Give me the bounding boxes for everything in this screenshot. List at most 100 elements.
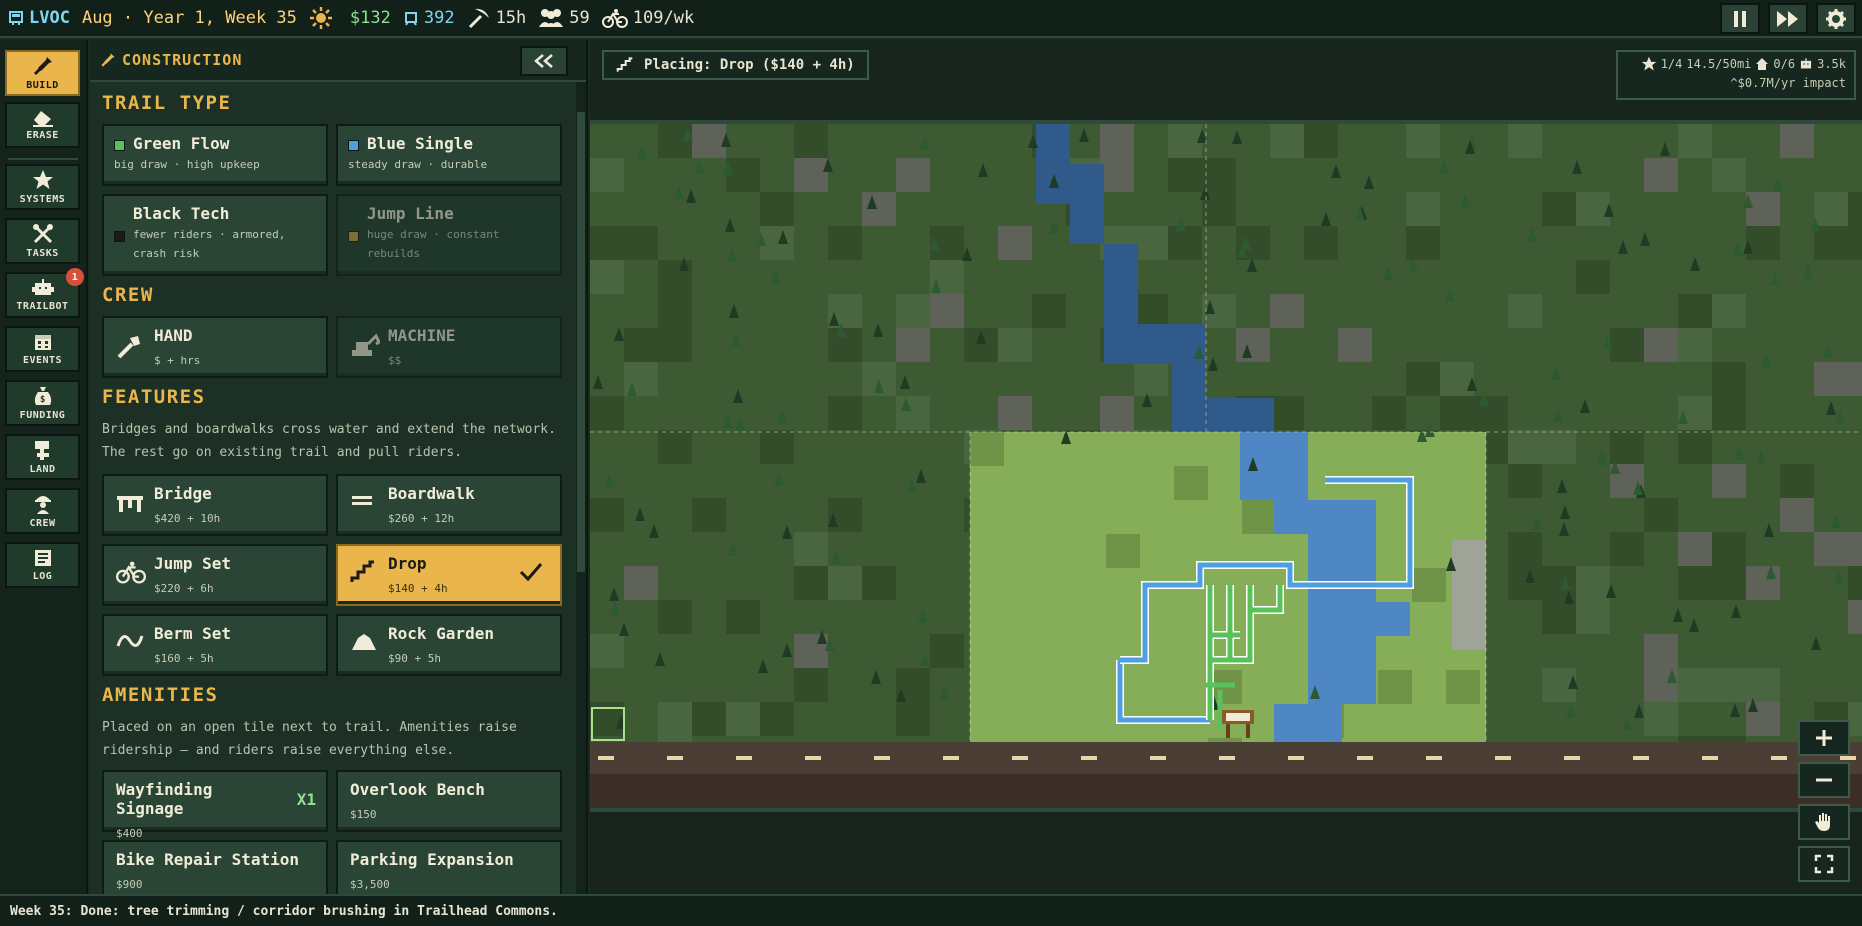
map-canvas[interactable] <box>590 40 1862 894</box>
terrain-tile <box>1406 226 1440 260</box>
amenity-name: Parking Expansion <box>350 850 514 869</box>
terrain-tile <box>590 226 624 260</box>
weather[interactable] <box>309 6 338 30</box>
grass-tile <box>970 432 1004 466</box>
lane-dash <box>1564 756 1580 760</box>
terrain-tile <box>1678 668 1712 702</box>
eraser-icon <box>32 111 53 127</box>
terrain-tile <box>828 328 862 362</box>
excavator-icon <box>352 333 380 356</box>
rock-tile <box>998 396 1032 430</box>
tool-events[interactable]: EVENTS <box>5 326 80 372</box>
riders-value: 392 <box>423 8 455 28</box>
tool-sidebar: BUILD ERASE SYSTEMS TASKS TRAILBOT 1 EVE… <box>0 40 88 894</box>
water-tile <box>1308 602 1410 636</box>
tool-systems[interactable]: SYSTEMS <box>5 164 80 210</box>
fast-forward-icon <box>1777 10 1798 27</box>
terrain-tile <box>1678 430 1712 464</box>
terrain-tile <box>1712 362 1746 396</box>
pause-icon <box>1734 10 1746 27</box>
terrain-tile <box>1610 328 1644 362</box>
pause-button[interactable] <box>1720 3 1760 34</box>
terrain-tile <box>1474 396 1508 430</box>
feature-cost: $220 + 6h <box>154 582 214 595</box>
amenity-parking-expansion[interactable]: Parking Expansion $3,500 <box>336 840 562 894</box>
feature-cost: $160 + 5h <box>154 652 214 665</box>
tool-build[interactable]: BUILD <box>5 50 80 96</box>
calendar-icon <box>34 335 51 350</box>
feature-berm-set[interactable]: Berm Set $160 + 5h <box>102 614 328 676</box>
terrain-tile <box>1678 328 1712 362</box>
tool-trailbot[interactable]: TRAILBOT 1 <box>5 268 84 318</box>
terrain-tile <box>896 294 930 328</box>
tool-systems-label: SYSTEMS <box>19 194 66 205</box>
rock-tile <box>1644 158 1678 192</box>
terrain-tile <box>1134 226 1168 260</box>
people-icon <box>539 9 564 27</box>
crew-machine[interactable]: MACHINE $$ <box>336 316 562 378</box>
lane-dash <box>805 756 821 760</box>
terrain-tile <box>1848 226 1862 260</box>
terrain-tile <box>1712 566 1746 600</box>
terrain-tile <box>590 158 624 192</box>
feature-drop[interactable]: Drop $140 + 4h <box>336 544 562 606</box>
trail-type-black-tech[interactable]: Black Tech fewer riders · armored, crash… <box>102 194 328 276</box>
crew-heading: CREW <box>102 284 154 306</box>
shovel-icon <box>33 57 52 76</box>
terrain-tile <box>1712 668 1746 702</box>
fast-forward-button[interactable] <box>1768 3 1808 34</box>
zoom-in-button[interactable] <box>1798 720 1850 756</box>
park-stats-panel: 1/4 14.5/50mi 0/6 3.5k ^$0.7M/yr impact <box>1616 50 1856 100</box>
trail-type-blue-single[interactable]: Blue Single steady draw · durable <box>336 124 562 186</box>
hand-icon <box>1815 813 1830 831</box>
map-viewport[interactable]: Placing: Drop ($140 + 4h) 1/4 14.5/50mi … <box>590 40 1862 894</box>
panel-scrollbar[interactable] <box>576 82 586 894</box>
feature-boardwalk[interactable]: Boardwalk $260 + 12h <box>336 474 562 536</box>
riders-display: 392 <box>403 8 455 28</box>
feature-bridge[interactable]: Bridge $420 + 10h <box>102 474 328 536</box>
grass-tile <box>1174 466 1208 500</box>
rock-tile <box>930 294 964 328</box>
crew-hand[interactable]: HAND $ + hrs <box>102 316 328 378</box>
brand: LVOC <box>8 8 70 28</box>
tool-erase[interactable]: ERASE <box>5 102 80 148</box>
amenities-description: Placed on an open tile next to trail. Am… <box>102 720 517 758</box>
feature-jump-set[interactable]: Jump Set $220 + 6h <box>102 544 328 606</box>
terrain-tile <box>624 328 658 362</box>
svg-text:$: $ <box>40 395 46 405</box>
terrain-tile <box>998 328 1032 362</box>
amenity-bike-repair-station[interactable]: Bike Repair Station $900 <box>102 840 328 894</box>
tool-funding[interactable]: $ FUNDING <box>5 380 80 426</box>
miles-value: 14.5/50mi <box>1686 57 1752 71</box>
pan-button[interactable] <box>1798 804 1850 840</box>
rock-outcrop <box>1452 540 1486 650</box>
tool-land[interactable]: LAND <box>5 434 80 480</box>
tool-log[interactable]: LOG <box>5 542 80 588</box>
lane-dash <box>667 756 683 760</box>
tool-crew[interactable]: CREW <box>5 488 80 534</box>
amenity-overlook-bench[interactable]: Overlook Bench $150 <box>336 770 562 832</box>
terrain-tile <box>658 600 692 634</box>
amenity-wayfinding-signage[interactable]: Wayfinding Signage X1 $400 <box>102 770 328 840</box>
terrain-tile <box>1576 566 1610 600</box>
bike-icon <box>116 561 146 584</box>
gold-swatch-icon <box>348 231 359 242</box>
terrain-tile <box>1712 158 1746 192</box>
terrain-tile <box>1814 192 1848 226</box>
water-tile <box>1036 124 1070 164</box>
tool-tasks[interactable]: TASKS <box>5 218 80 264</box>
trail-type-jump-line[interactable]: Jump Line huge draw · constant rebuilds <box>336 194 562 276</box>
zoom-out-button[interactable] <box>1798 762 1850 798</box>
settings-button[interactable] <box>1816 3 1856 34</box>
trail-type-green-flow[interactable]: Green Flow big draw · high upkeep <box>102 124 328 186</box>
feature-rock-garden[interactable]: Rock Garden $90 + 5h <box>336 614 562 676</box>
collapse-panel-button[interactable] <box>520 46 568 76</box>
terrain-tile <box>658 702 692 736</box>
terrain-tile <box>1406 124 1440 158</box>
fullscreen-button[interactable] <box>1798 846 1850 882</box>
terrain-tile <box>1134 362 1168 396</box>
tool-crew-label: CREW <box>29 518 56 529</box>
terrain-tile <box>1610 532 1644 566</box>
terrain-tile <box>658 294 692 328</box>
scrollbar-thumb[interactable] <box>577 112 585 572</box>
